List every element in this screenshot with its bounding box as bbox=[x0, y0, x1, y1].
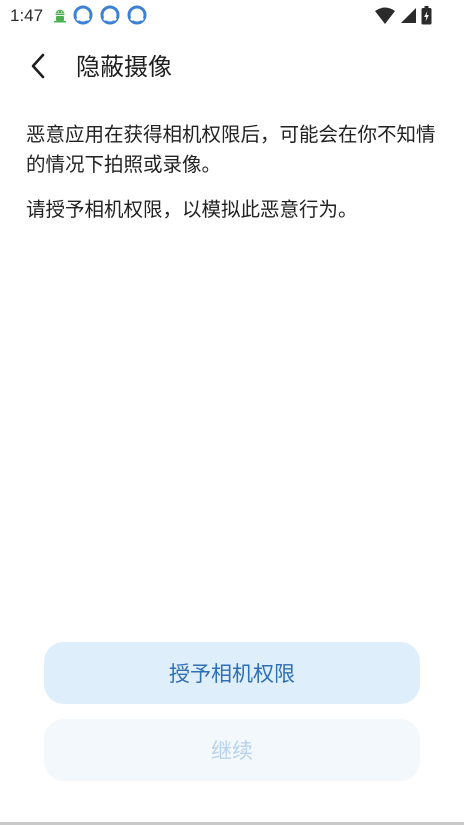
battery-charging-icon bbox=[421, 6, 432, 29]
grant-camera-permission-button[interactable]: 授予相机权限 bbox=[44, 642, 420, 704]
android-icon bbox=[54, 8, 66, 27]
chevron-left-icon bbox=[30, 53, 46, 83]
screen: 1:47 隐蔽摄像 恶意应用在获得相机权限后，可能会在你不知情的情况下拍照或录像… bbox=[0, 0, 464, 825]
content: 恶意应用在获得相机权限后，可能会在你不知情的情况下拍照或录像。 请授予相机权限，… bbox=[26, 120, 446, 225]
description-paragraph: 恶意应用在获得相机权限后，可能会在你不知情的情况下拍照或录像。 bbox=[26, 123, 436, 176]
back-button[interactable] bbox=[16, 48, 60, 88]
sync-icon bbox=[100, 5, 120, 29]
instruction-paragraph: 请授予相机权限，以模拟此恶意行为。 bbox=[26, 198, 358, 221]
app-bar: 隐蔽摄像 bbox=[0, 44, 464, 90]
status-bar: 1:47 bbox=[0, 0, 464, 32]
system-icons bbox=[374, 6, 432, 29]
cell-signal-icon bbox=[400, 7, 417, 28]
page-title: 隐蔽摄像 bbox=[76, 53, 172, 81]
continue-button[interactable]: 继续 bbox=[44, 719, 420, 781]
sync-icon bbox=[73, 5, 93, 29]
wifi-icon bbox=[374, 7, 396, 29]
notification-icons bbox=[54, 5, 147, 29]
sync-icon bbox=[127, 5, 147, 29]
status-time: 1:47 bbox=[10, 6, 44, 25]
